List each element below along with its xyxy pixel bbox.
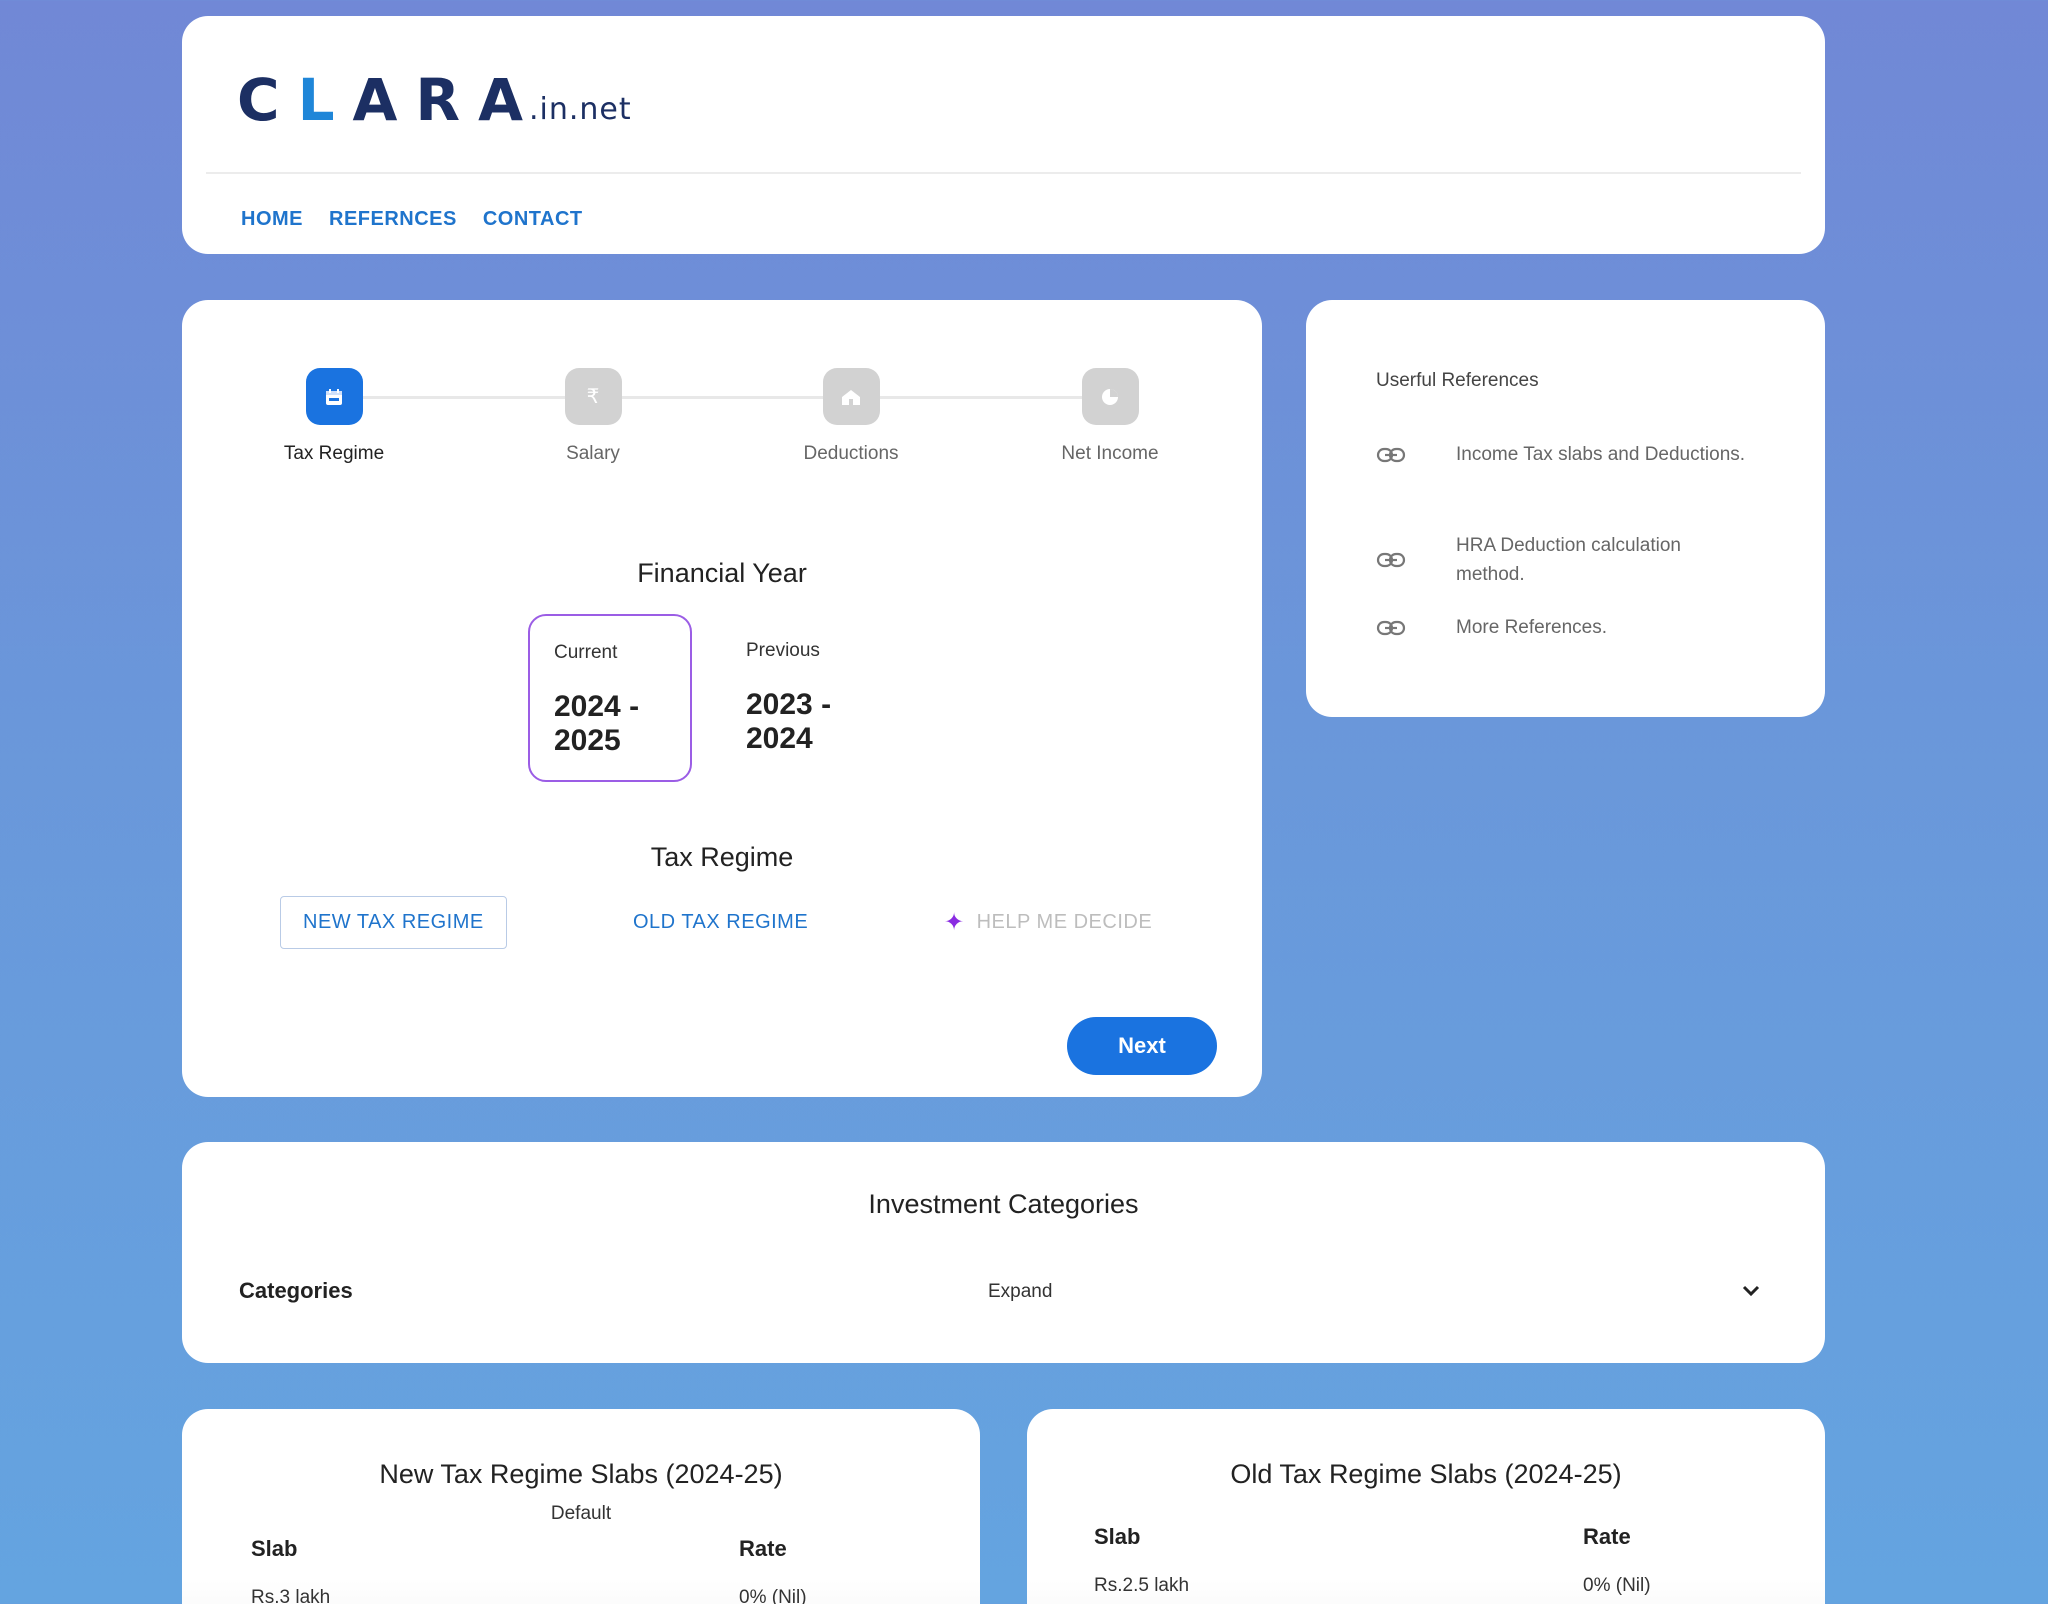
default-badge: Default <box>550 1503 612 1524</box>
reference-link-more[interactable]: More References. <box>1376 613 1776 642</box>
new-slabs-title: New Tax Regime Slabs (2024-25) <box>379 1459 783 1489</box>
help-me-decide-button[interactable]: ✦ HELP ME DECIDE <box>944 896 1152 949</box>
reference-text: Income Tax slabs and Deductions. <box>1456 444 1746 465</box>
old-slabs-title: Old Tax Regime Slabs (2024-25) <box>1230 1459 1622 1489</box>
main-nav: HOME REFERNCES CONTACT <box>241 208 583 231</box>
logo[interactable]: CLARA .in.net <box>237 71 632 129</box>
fy-value: 2024 - 2025 <box>554 690 640 757</box>
old-tax-regime-button[interactable]: OLD TAX REGIME <box>633 896 808 949</box>
link-icon <box>1376 620 1406 635</box>
reference-link-tax-slabs[interactable]: Income Tax slabs and Deductions. <box>1376 440 1776 469</box>
tax-wizard-card: Tax Regime ₹ Salary Deductions Net Incom… <box>182 300 1262 1097</box>
step-label: Net Income <box>1061 443 1159 464</box>
link-icon <box>1376 552 1406 568</box>
table-cell: 0% (Nil) <box>1583 1575 1651 1596</box>
slab-column-header: Slab <box>251 1536 298 1561</box>
old-regime-slabs-card: Old Tax Regime Slabs (2024-25) Slab Rate… <box>1027 1409 1825 1604</box>
rate-column-header: Rate <box>739 1536 787 1561</box>
help-me-decide-label: HELP ME DECIDE <box>976 911 1153 933</box>
reference-text: More References. <box>1456 617 1608 638</box>
chevron-down-icon[interactable] <box>1740 1280 1762 1302</box>
step-label: Salary <box>566 443 620 464</box>
step-label: Tax Regime <box>283 443 385 464</box>
investment-categories-card: Investment Categories Categories Expand <box>182 1142 1825 1363</box>
rate-column-header: Rate <box>1583 1524 1631 1549</box>
tax-regime-title: Tax Regime <box>650 842 794 872</box>
sparkle-icon: ✦ <box>944 909 965 936</box>
step-salary[interactable]: ₹ Salary <box>503 368 683 465</box>
nav-home[interactable]: HOME <box>241 208 303 231</box>
link-icon <box>1376 447 1406 462</box>
fy-value: 2023 - 2024 <box>746 688 832 755</box>
next-button[interactable]: Next <box>1067 1017 1217 1075</box>
step-label: Deductions <box>803 443 899 464</box>
categories-label: Categories <box>239 1278 353 1303</box>
logo-wordmark: CLARA <box>237 66 541 134</box>
financial-year-title: Financial Year <box>637 558 807 588</box>
fy-option-previous[interactable]: Previous 2023 - 2024 <box>722 614 886 782</box>
logo-domain: .in.net <box>528 92 632 127</box>
new-tax-regime-button[interactable]: NEW TAX REGIME <box>280 896 507 949</box>
slab-column-header: Slab <box>1094 1524 1141 1549</box>
pie-chart-icon <box>1081 368 1139 425</box>
header-card: CLARA .in.net HOME REFERNCES CONTACT <box>182 16 1825 254</box>
nav-references[interactable]: REFERNCES <box>329 208 457 231</box>
fy-label: Previous <box>746 640 820 661</box>
calendar-icon <box>305 368 363 425</box>
header-divider <box>206 172 1801 174</box>
rupee-icon: ₹ <box>564 368 622 425</box>
house-icon <box>822 368 880 425</box>
fy-label: Current <box>554 642 618 663</box>
fy-option-current[interactable]: Current 2024 - 2025 <box>528 614 692 782</box>
table-cell: 0% (Nil) <box>739 1587 807 1604</box>
nav-contact[interactable]: CONTACT <box>483 208 583 231</box>
table-cell: Rs.3 lakh <box>251 1587 331 1604</box>
step-deductions[interactable]: Deductions <box>761 368 941 465</box>
table-cell: Rs.2.5 lakh <box>1094 1575 1190 1596</box>
investment-title: Investment Categories <box>868 1189 1139 1219</box>
step-net-income[interactable]: Net Income <box>1020 368 1200 465</box>
references-title: Userful References <box>1376 370 1539 391</box>
reference-text: HRA Deduction calculation method. <box>1456 535 1681 585</box>
new-regime-slabs-card: New Tax Regime Slabs (2024-25) Default S… <box>182 1409 980 1604</box>
reference-link-hra[interactable]: HRA Deduction calculation method. <box>1376 531 1776 589</box>
references-card: Userful References Income Tax slabs and … <box>1306 300 1825 717</box>
expand-label[interactable]: Expand <box>988 1281 1052 1303</box>
stepper-track <box>334 396 1110 399</box>
step-tax-regime[interactable]: Tax Regime <box>244 368 424 465</box>
